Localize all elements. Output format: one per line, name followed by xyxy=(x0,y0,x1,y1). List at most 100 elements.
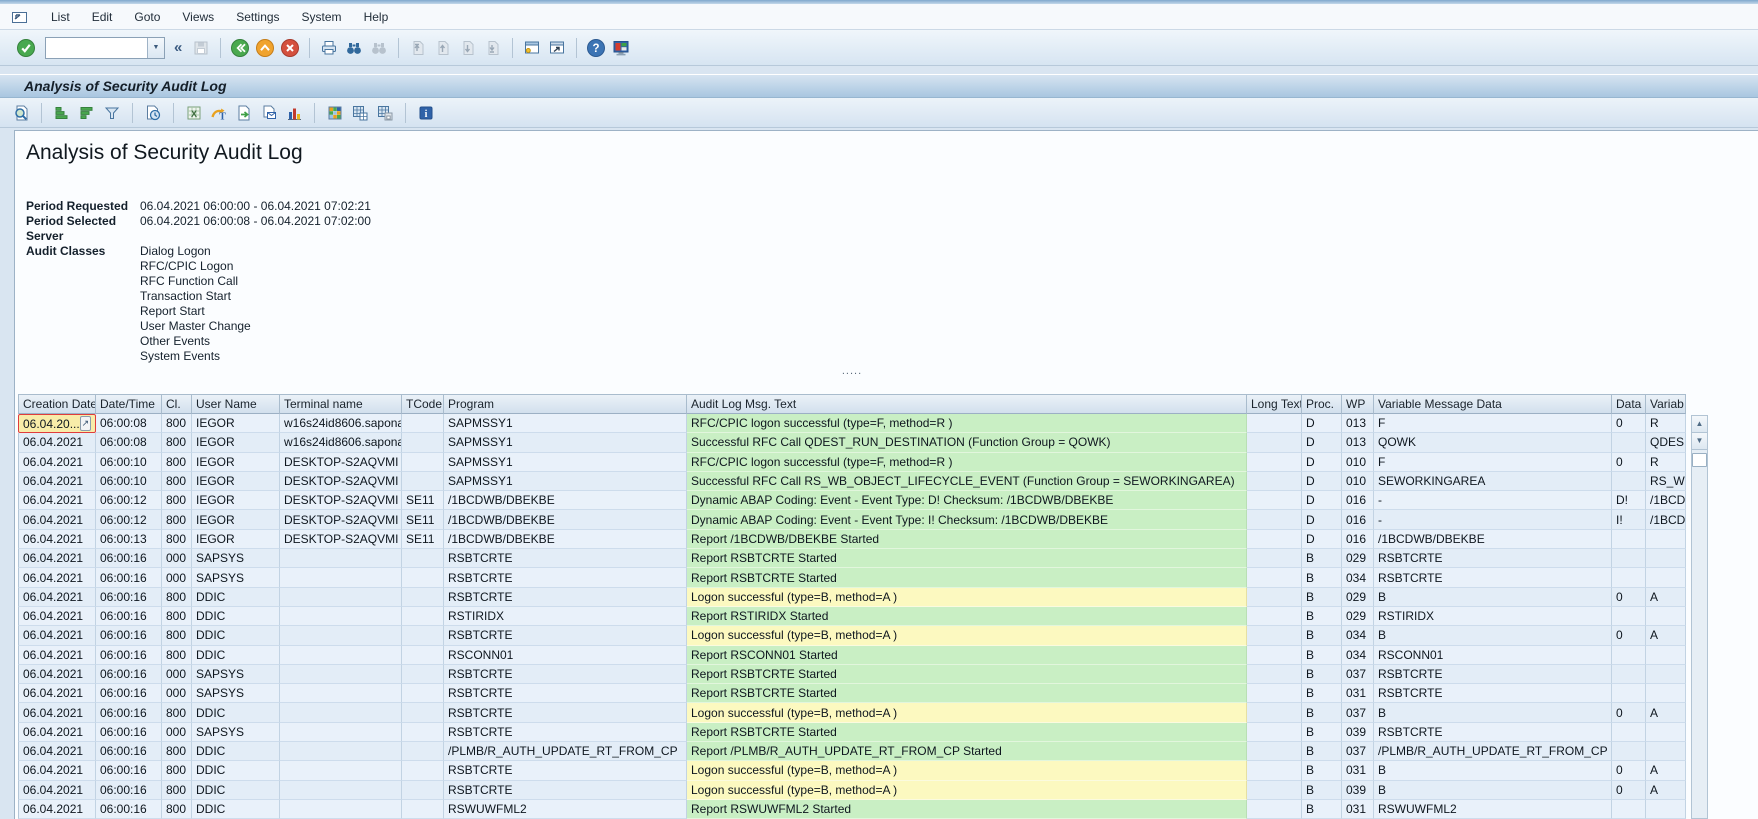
cell-creation_date[interactable]: 06.04.2021 xyxy=(18,665,96,684)
cell-proc[interactable]: B xyxy=(1302,684,1342,703)
cell-user_name[interactable]: DDIC xyxy=(192,800,280,819)
cell-long_text[interactable] xyxy=(1247,684,1302,703)
cell-program[interactable]: SAPMSSY1 xyxy=(444,472,687,491)
word-export-icon[interactable]: T xyxy=(210,104,228,122)
menu-goto[interactable]: Goto xyxy=(123,4,171,30)
cell-var_data[interactable]: RSBTCRTE xyxy=(1374,684,1612,703)
command-dropdown-icon[interactable]: ▼ xyxy=(147,38,164,58)
jump-button[interactable]: ↗ xyxy=(80,416,91,431)
cell-proc[interactable]: B xyxy=(1302,723,1342,742)
cell-wp[interactable]: 034 xyxy=(1342,626,1374,645)
cell-long_text[interactable] xyxy=(1247,761,1302,780)
find-next-icon[interactable] xyxy=(369,38,389,58)
cell-terminal[interactable] xyxy=(280,761,402,780)
screen-menu-icon[interactable] xyxy=(10,8,30,26)
cell-var_data[interactable]: QOWK xyxy=(1374,433,1612,452)
cell-long_text[interactable] xyxy=(1247,646,1302,665)
sort-descending-icon[interactable] xyxy=(78,104,96,122)
cell-creation_date[interactable]: 06.04.2021 xyxy=(18,626,96,645)
display-period-icon[interactable] xyxy=(144,104,162,122)
cell-date_time[interactable]: 06:00:16 xyxy=(96,626,162,645)
cell-long_text[interactable] xyxy=(1247,530,1302,549)
cell-data[interactable]: 0 xyxy=(1612,414,1646,433)
cell-data[interactable] xyxy=(1612,549,1646,568)
save-icon[interactable] xyxy=(191,38,211,58)
cell-user_name[interactable]: IEGOR xyxy=(192,491,280,510)
up-icon[interactable] xyxy=(255,38,275,58)
cell-variab[interactable] xyxy=(1646,723,1686,742)
cell-tcode[interactable] xyxy=(402,472,444,491)
cell-user_name[interactable]: DDIC xyxy=(192,761,280,780)
cell-msg[interactable]: Report RSTIRIDX Started xyxy=(687,607,1247,626)
cell-creation_date[interactable]: 06.04.20...↗ xyxy=(18,414,96,433)
cell-msg[interactable]: Report RSBTCRTE Started xyxy=(687,684,1247,703)
cell-variab[interactable]: A xyxy=(1646,781,1686,800)
cell-date_time[interactable]: 06:00:16 xyxy=(96,568,162,587)
cell-tcode[interactable] xyxy=(402,433,444,452)
cell-creation_date[interactable]: 06.04.2021 xyxy=(18,800,96,819)
cell-wp[interactable]: 029 xyxy=(1342,549,1374,568)
print-icon[interactable] xyxy=(319,38,339,58)
cell-tcode[interactable] xyxy=(402,588,444,607)
cell-terminal[interactable] xyxy=(280,665,402,684)
cell-proc[interactable]: B xyxy=(1302,800,1342,819)
col-msg[interactable]: Audit Log Msg. Text xyxy=(687,394,1247,414)
cell-proc[interactable]: B xyxy=(1302,568,1342,587)
cell-user_name[interactable]: DDIC xyxy=(192,646,280,665)
cell-user_name[interactable]: SAPSYS xyxy=(192,568,280,587)
cell-msg[interactable]: Logon successful (type=B, method=A ) xyxy=(687,703,1247,722)
previous-page-icon[interactable] xyxy=(433,38,453,58)
cell-creation_date[interactable]: 06.04.2021 xyxy=(18,723,96,742)
cell-data[interactable]: 0 xyxy=(1612,761,1646,780)
col-terminal[interactable]: Terminal name xyxy=(280,394,402,414)
cell-tcode[interactable] xyxy=(402,549,444,568)
sort-ascending-icon[interactable] xyxy=(53,104,71,122)
cell-program[interactable]: /1BCDWB/DBEKBE xyxy=(444,491,687,510)
cell-variab[interactable] xyxy=(1646,646,1686,665)
cell-date_time[interactable]: 06:00:16 xyxy=(96,723,162,742)
cell-msg[interactable]: Report /1BCDWB/DBEKBE Started xyxy=(687,530,1247,549)
cell-user_name[interactable]: DDIC xyxy=(192,626,280,645)
cell-user_name[interactable]: IEGOR xyxy=(192,453,280,472)
cell-terminal[interactable]: DESKTOP-S2AQVMI xyxy=(280,510,402,529)
cell-wp[interactable]: 039 xyxy=(1342,723,1374,742)
cell-msg[interactable]: Report RSBTCRTE Started xyxy=(687,723,1247,742)
cell-creation_date[interactable]: 06.04.2021 xyxy=(18,530,96,549)
choose-layout-icon[interactable] xyxy=(326,104,344,122)
cell-data[interactable]: 0 xyxy=(1612,453,1646,472)
cell-data[interactable] xyxy=(1612,646,1646,665)
cell-user_name[interactable]: DDIC xyxy=(192,588,280,607)
col-variab[interactable]: Variab xyxy=(1646,394,1686,414)
cell-tcode[interactable] xyxy=(402,665,444,684)
col-long_text[interactable]: Long Text xyxy=(1247,394,1302,414)
cell-wp[interactable]: 016 xyxy=(1342,530,1374,549)
cell-msg[interactable]: Logon successful (type=B, method=A ) xyxy=(687,781,1247,800)
menu-views[interactable]: Views xyxy=(171,4,225,30)
cell-tcode[interactable] xyxy=(402,800,444,819)
cell-creation_date[interactable]: 06.04.2021 xyxy=(18,453,96,472)
gui-settings-icon[interactable] xyxy=(611,38,631,58)
cell-program[interactable]: RSWUWFML2 xyxy=(444,800,687,819)
collapse-icon[interactable]: « xyxy=(170,39,186,56)
cell-data[interactable] xyxy=(1612,684,1646,703)
cell-msg[interactable]: Report RSBTCRTE Started xyxy=(687,568,1247,587)
cell-tcode[interactable] xyxy=(402,684,444,703)
cell-cl[interactable]: 800 xyxy=(162,761,192,780)
cell-msg[interactable]: Dynamic ABAP Coding: Event - Event Type:… xyxy=(687,491,1247,510)
cell-wp[interactable]: 031 xyxy=(1342,761,1374,780)
cell-cl[interactable]: 800 xyxy=(162,781,192,800)
cell-wp[interactable]: 010 xyxy=(1342,453,1374,472)
cell-variab[interactable] xyxy=(1646,568,1686,587)
cell-tcode[interactable] xyxy=(402,607,444,626)
cell-data[interactable] xyxy=(1612,723,1646,742)
cell-creation_date[interactable]: 06.04.2021 xyxy=(18,433,96,452)
cell-variab[interactable] xyxy=(1646,684,1686,703)
change-layout-icon[interactable] xyxy=(351,104,369,122)
cell-user_name[interactable]: IEGOR xyxy=(192,414,280,433)
command-input[interactable] xyxy=(46,39,147,57)
cell-program[interactable]: RSTIRIDX xyxy=(444,607,687,626)
cell-long_text[interactable] xyxy=(1247,472,1302,491)
cell-terminal[interactable] xyxy=(280,568,402,587)
cell-data[interactable]: I! xyxy=(1612,510,1646,529)
cell-creation_date[interactable]: 06.04.2021 xyxy=(18,472,96,491)
